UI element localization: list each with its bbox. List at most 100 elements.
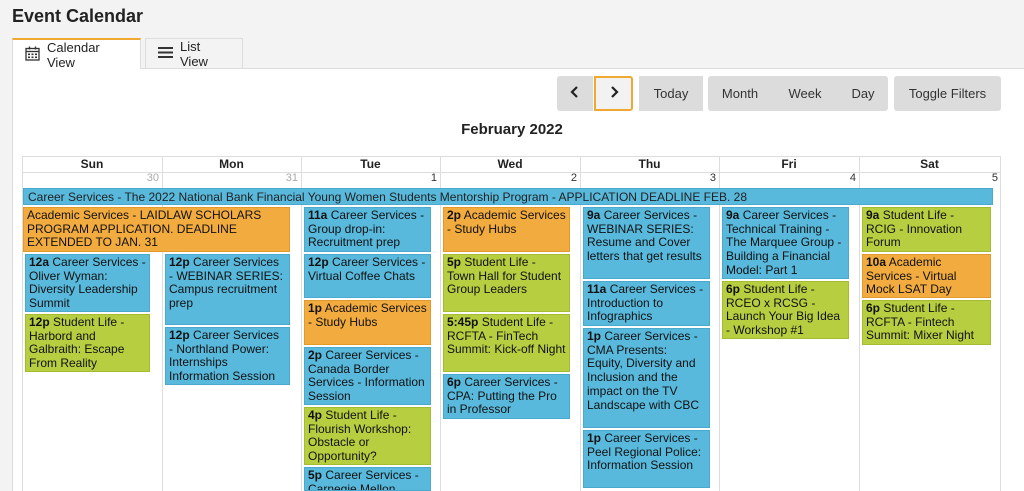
event-text: Academic Services - Study Hubs [447,208,566,236]
grid-line [1000,156,1001,491]
date-number[interactable]: 2 [440,172,577,186]
week-view-button[interactable]: Week [772,76,838,111]
grid-line [859,156,860,491]
event-time: 11a [308,208,328,222]
grid-line [440,156,441,491]
next-button[interactable] [594,76,633,111]
event-text: Career Services - CPA: Putting the Pro i… [447,375,558,417]
date-number[interactable]: 30 [22,172,159,186]
event-time: 5p [308,468,323,482]
event-item[interactable]: 12p Career Services - Virtual Coffee Cha… [304,254,431,298]
day-name-wed: Wed [497,157,523,171]
tab-calendar-view[interactable]: Calendar View [12,38,141,70]
event-text: Career Services - Canada Border Services… [308,348,425,404]
date-number[interactable]: 4 [719,172,856,186]
month-title: February 2022 [461,121,563,138]
day-name-thu: Thu [638,157,661,171]
event-text: Academic Services - Study Hubs [308,301,427,329]
month-view-button[interactable]: Month [708,76,772,111]
event-item[interactable]: 10a Academic Services - Virtual Mock LSA… [862,254,991,298]
day-name-sun: Sun [80,157,104,171]
event-text: Career Services - CMA Presents: Equity, … [587,329,700,412]
event-text: Career Services - Carnegie Mellon [308,468,419,491]
event-item[interactable]: 1p Career Services - CMA Presents: Equit… [583,328,710,428]
event-item[interactable]: 4p Student Life - Flourish Workshop: Obs… [304,407,431,465]
event-time: 9a [587,208,601,222]
event-time: 6p [447,375,462,389]
event-item[interactable]: 11a Career Services - Group drop-in: Rec… [304,207,431,252]
event-time: 5p [447,255,462,269]
event-text: Student Life - Flourish Workshop: Obstac… [308,408,412,464]
event-time: 12p [308,255,329,269]
event-text: Career Services - Peel Regional Police: … [587,431,702,473]
event-item[interactable]: Academic Services - LAIDLAW SCHOLARS PRO… [23,207,290,252]
event-time: 1p [587,329,602,343]
today-button[interactable]: Today [639,76,703,111]
chevron-right-icon [609,86,619,101]
event-item[interactable]: 9a Career Services - Technical Training … [722,207,849,279]
event-time: 12p [169,255,190,269]
day-name-tue: Tue [360,157,381,171]
tab-list-view-label: List View [180,38,208,69]
event-time: 9a [726,208,740,222]
date-number[interactable]: 31 [162,172,298,186]
event-text: Career Services - Technical Training - T… [726,208,842,277]
event-time: 5:45p [447,315,479,329]
event-item[interactable]: 6p Career Services - CPA: Putting the Pr… [443,374,570,419]
event-time: 12a [29,255,50,269]
event-time: 1p [308,301,323,315]
event-time: 2p [447,208,462,222]
calendar-icon [25,46,40,64]
event-item[interactable]: 11a Career Services - Introduction to In… [583,281,710,326]
event-time: 6p [866,301,881,315]
grid-line [301,156,302,491]
event-item[interactable]: 12p Student Life - Harbord and Galbraith… [25,314,150,372]
event-item[interactable]: 12p Career Services - Northland Power: I… [165,327,290,385]
event-item[interactable]: 9a Student Life - RCIG - Innovation Foru… [862,207,991,252]
event-time: 9a [866,208,880,222]
event-text: Student Life - Town Hall for Student Gro… [447,255,562,297]
prev-button[interactable] [557,76,593,111]
day-name-mon: Mon [219,157,244,171]
event-time: 6p [726,282,741,296]
event-time: 1p [587,431,602,445]
event-item[interactable]: 2p Career Services - Canada Border Servi… [304,347,431,405]
event-item[interactable]: 1p Academic Services - Study Hubs [304,300,431,345]
event-item[interactable]: 2p Academic Services - Study Hubs [443,207,570,252]
grid-line [719,156,720,491]
event-item[interactable]: 6p Student Life - RCFTA - Fintech Summit… [862,300,991,345]
list-icon [158,46,173,62]
event-time: 10a [866,255,887,269]
event-item[interactable]: 6p Student Life - RCEO x RCSG - Launch Y… [722,281,849,339]
day-view-button[interactable]: Day [838,76,888,111]
chevron-left-icon [570,86,580,101]
event-time: 12p [169,328,190,342]
event-text: Career Services - WEBINAR SERIES: Resume… [587,208,702,264]
event-text: Academic Services - LAIDLAW SCHOLARS PRO… [27,208,262,250]
grid-line [580,156,581,491]
event-text: Student Life - RCEO x RCSG - Launch Your… [726,282,841,338]
day-name-sat: Sat [920,157,939,171]
event-text: Student Life - RCIG - Innovation Forum [866,208,963,250]
event-item[interactable]: 12a Career Services - Oliver Wyman: Dive… [25,254,150,312]
event-time: 12p [29,315,50,329]
date-number[interactable]: 1 [301,172,437,186]
event-item[interactable]: 12p Career Services - WEBINAR SERIES: Ca… [165,254,290,325]
date-number[interactable]: 3 [580,172,716,186]
event-item[interactable]: 5p Student Life - Town Hall for Student … [443,254,570,312]
event-time: 4p [308,408,323,422]
event-item[interactable]: 5p Career Services - Carnegie Mellon [304,467,431,491]
event-item[interactable]: 1p Career Services - Peel Regional Polic… [583,430,710,488]
event-banner[interactable]: Career Services - The 2022 National Bank… [23,188,993,205]
page-title: Event Calendar [12,6,144,26]
date-number[interactable]: 5 [859,172,998,186]
day-name-fri: Fri [781,157,797,171]
toggle-filters-button[interactable]: Toggle Filters [894,76,1001,111]
event-time: 2p [308,348,323,362]
tab-calendar-view-label: Calendar View [47,39,100,70]
event-item[interactable]: 5:45p Student Life - RCFTA - FinTech Sum… [443,314,570,372]
event-time: 11a [587,282,607,296]
event-text: Student Life - RCFTA - Fintech Summit: M… [866,301,975,343]
event-item[interactable]: 9a Career Services - WEBINAR SERIES: Res… [583,207,710,279]
tab-list-view[interactable]: List View [145,38,243,69]
